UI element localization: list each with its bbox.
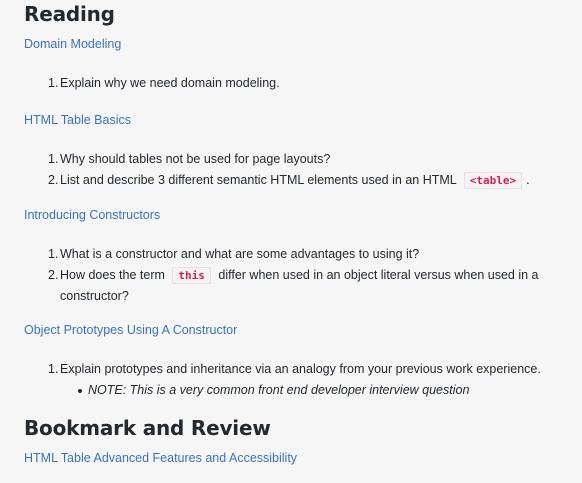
list-item: 1. Explain why we need domain modeling.	[48, 73, 550, 94]
domain-modeling-questions: 1. Explain why we need domain modeling.	[48, 73, 550, 94]
list-item: 1. Why should tables not be used for pag…	[48, 149, 550, 170]
link-html-table-advanced[interactable]: HTML Table Advanced Features and Accessi…	[24, 451, 297, 465]
bookmark-heading: Bookmark and Review	[24, 416, 271, 440]
item-text: Explain why we need domain modeling.	[60, 76, 280, 90]
note-list: NOTE: This is a very common front end de…	[60, 380, 550, 401]
prototypes-questions: 1. Explain prototypes and inheritance vi…	[48, 359, 550, 401]
item-number: 1.	[48, 362, 59, 376]
interview-note: NOTE: This is a very common front end de…	[78, 380, 550, 401]
item-text-end: .	[526, 173, 530, 187]
list-item: 1. Explain prototypes and inheritance vi…	[48, 359, 550, 401]
link-html-table-basics[interactable]: HTML Table Basics	[24, 113, 131, 127]
list-item: 1. What is a constructor and what are so…	[48, 244, 550, 265]
inline-code-table: <table>	[463, 172, 523, 189]
link-introducing-constructors[interactable]: Introducing Constructors	[24, 208, 160, 222]
item-text: Explain prototypes and inheritance via a…	[60, 362, 541, 376]
list-item: 2. How does the term this differ when us…	[48, 265, 550, 307]
item-text: List and describe 3 different semantic H…	[60, 173, 457, 187]
item-text: What is a constructor and what are some …	[60, 247, 420, 261]
item-number: 2.	[48, 268, 59, 282]
link-object-prototypes[interactable]: Object Prototypes Using A Constructor	[24, 323, 237, 337]
html-table-basics-questions: 1. Why should tables not be used for pag…	[48, 149, 550, 191]
item-number: 1.	[48, 247, 59, 261]
link-domain-modeling[interactable]: Domain Modeling	[24, 37, 121, 51]
item-text: How does the term	[60, 268, 165, 282]
inline-code-this: this	[172, 267, 211, 284]
reading-page: Reading Domain Modeling 1. Explain why w…	[0, 0, 582, 483]
reading-heading: Reading	[24, 2, 115, 26]
constructors-questions: 1. What is a constructor and what are so…	[48, 244, 550, 307]
item-number: 1.	[48, 76, 59, 90]
list-item: 2. List and describe 3 different semanti…	[48, 170, 550, 191]
item-text: Why should tables not be used for page l…	[60, 152, 331, 166]
item-number: 1.	[48, 152, 59, 166]
item-number: 2.	[48, 173, 59, 187]
